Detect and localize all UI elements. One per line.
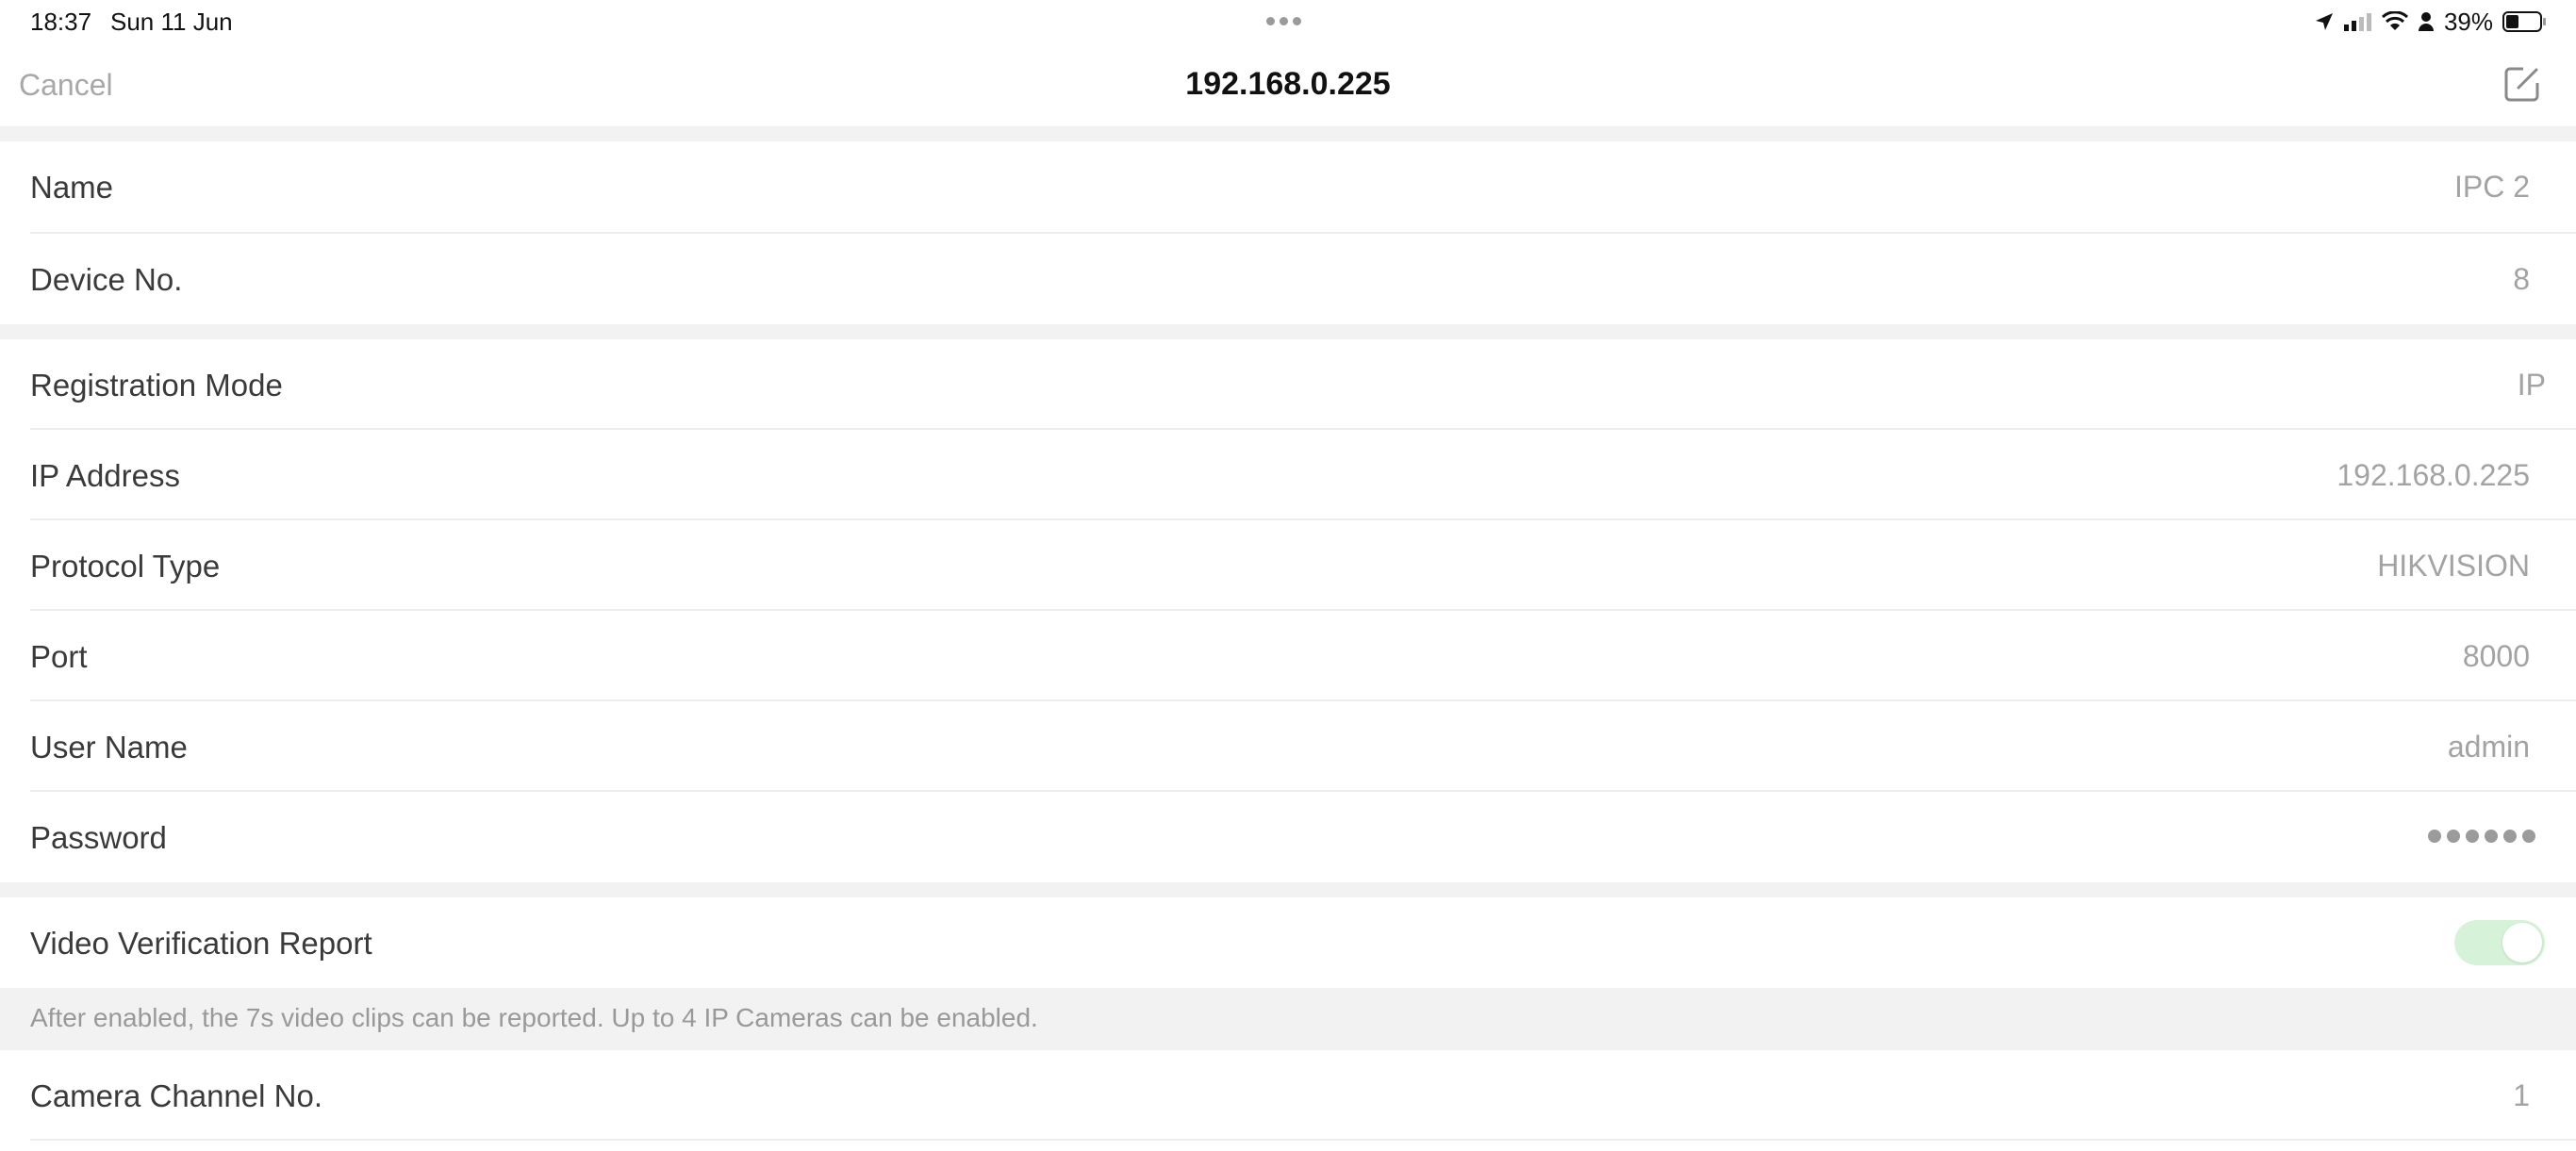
location-arrow-icon (2315, 13, 2333, 30)
video-verification-row: Video Verification Report (0, 897, 2576, 988)
divider (30, 1139, 2576, 1141)
password-dot (2428, 830, 2441, 843)
battery-icon (2502, 10, 2548, 33)
device-no-value: 8 (2513, 262, 2530, 296)
registration-mode-label: Registration Mode (30, 368, 283, 403)
page-title: 192.168.0.225 (1185, 66, 1391, 102)
status-time: 18:37 (30, 8, 92, 36)
person-icon (2418, 12, 2434, 31)
cellular-signal-icon (2343, 13, 2371, 31)
password-dot (2466, 830, 2479, 843)
user-name-row[interactable]: User Name admin (0, 701, 2576, 792)
port-label: Port (30, 639, 88, 674)
registration-mode-row[interactable]: Registration Mode IP (0, 339, 2576, 430)
section-separator (0, 324, 2576, 339)
user-name-label: User Name (30, 730, 188, 765)
password-masked-value (2428, 830, 2535, 843)
name-row[interactable]: Name IPC 2 (0, 141, 2576, 232)
ip-address-label: IP Address (30, 458, 180, 493)
password-dot (2522, 830, 2535, 843)
status-icons: 39% (2314, 8, 2548, 36)
password-label: Password (30, 820, 167, 855)
protocol-type-label: Protocol Type (30, 549, 221, 584)
status-date: Sun 11 Jun (110, 8, 233, 36)
port-row[interactable]: Port 8000 (0, 611, 2576, 701)
name-label: Name (30, 170, 114, 205)
video-verification-toggle[interactable] (2454, 920, 2545, 965)
section-separator (0, 126, 2576, 141)
camera-channel-label: Camera Channel No. (30, 1078, 322, 1113)
device-no-row[interactable]: Device No. 8 (0, 234, 2576, 324)
name-value: IPC 2 (2453, 170, 2530, 204)
password-dot (2485, 830, 2498, 843)
video-verification-label: Video Verification Report (30, 926, 372, 961)
protocol-type-value: HIKVISION (2377, 549, 2530, 583)
note-text: After enabled, the 7s video clips can be… (30, 1003, 1038, 1032)
video-verification-note: After enabled, the 7s video clips can be… (0, 988, 2576, 1050)
multitasking-dots-icon[interactable] (1266, 17, 1301, 25)
password-row[interactable]: Password (0, 792, 2576, 882)
port-value: 8000 (2462, 639, 2530, 673)
navigation-bar: Cancel 192.168.0.225 (0, 43, 2576, 126)
camera-channel-value: 1 (2513, 1078, 2530, 1112)
battery-percent: 39% (2443, 7, 2493, 36)
protocol-type-row[interactable]: Protocol Type HIKVISION (0, 520, 2576, 611)
wifi-icon (2381, 11, 2408, 30)
registration-mode-value: IP (2517, 368, 2546, 402)
user-name-value: admin (2447, 730, 2530, 764)
password-dot (2503, 830, 2517, 843)
section-separator (0, 882, 2576, 897)
edit-icon[interactable] (2502, 64, 2542, 104)
device-no-label: Device No. (30, 262, 183, 297)
toggle-knob (2502, 923, 2542, 962)
ip-address-value: 192.168.0.225 (2337, 458, 2530, 492)
password-dot (2447, 830, 2460, 843)
camera-channel-row[interactable]: Camera Channel No. 1 (0, 1050, 2576, 1141)
status-bar: 18:37 Sun 11 Jun 39% (0, 0, 2576, 43)
ip-address-row[interactable]: IP Address 192.168.0.225 (0, 430, 2576, 520)
